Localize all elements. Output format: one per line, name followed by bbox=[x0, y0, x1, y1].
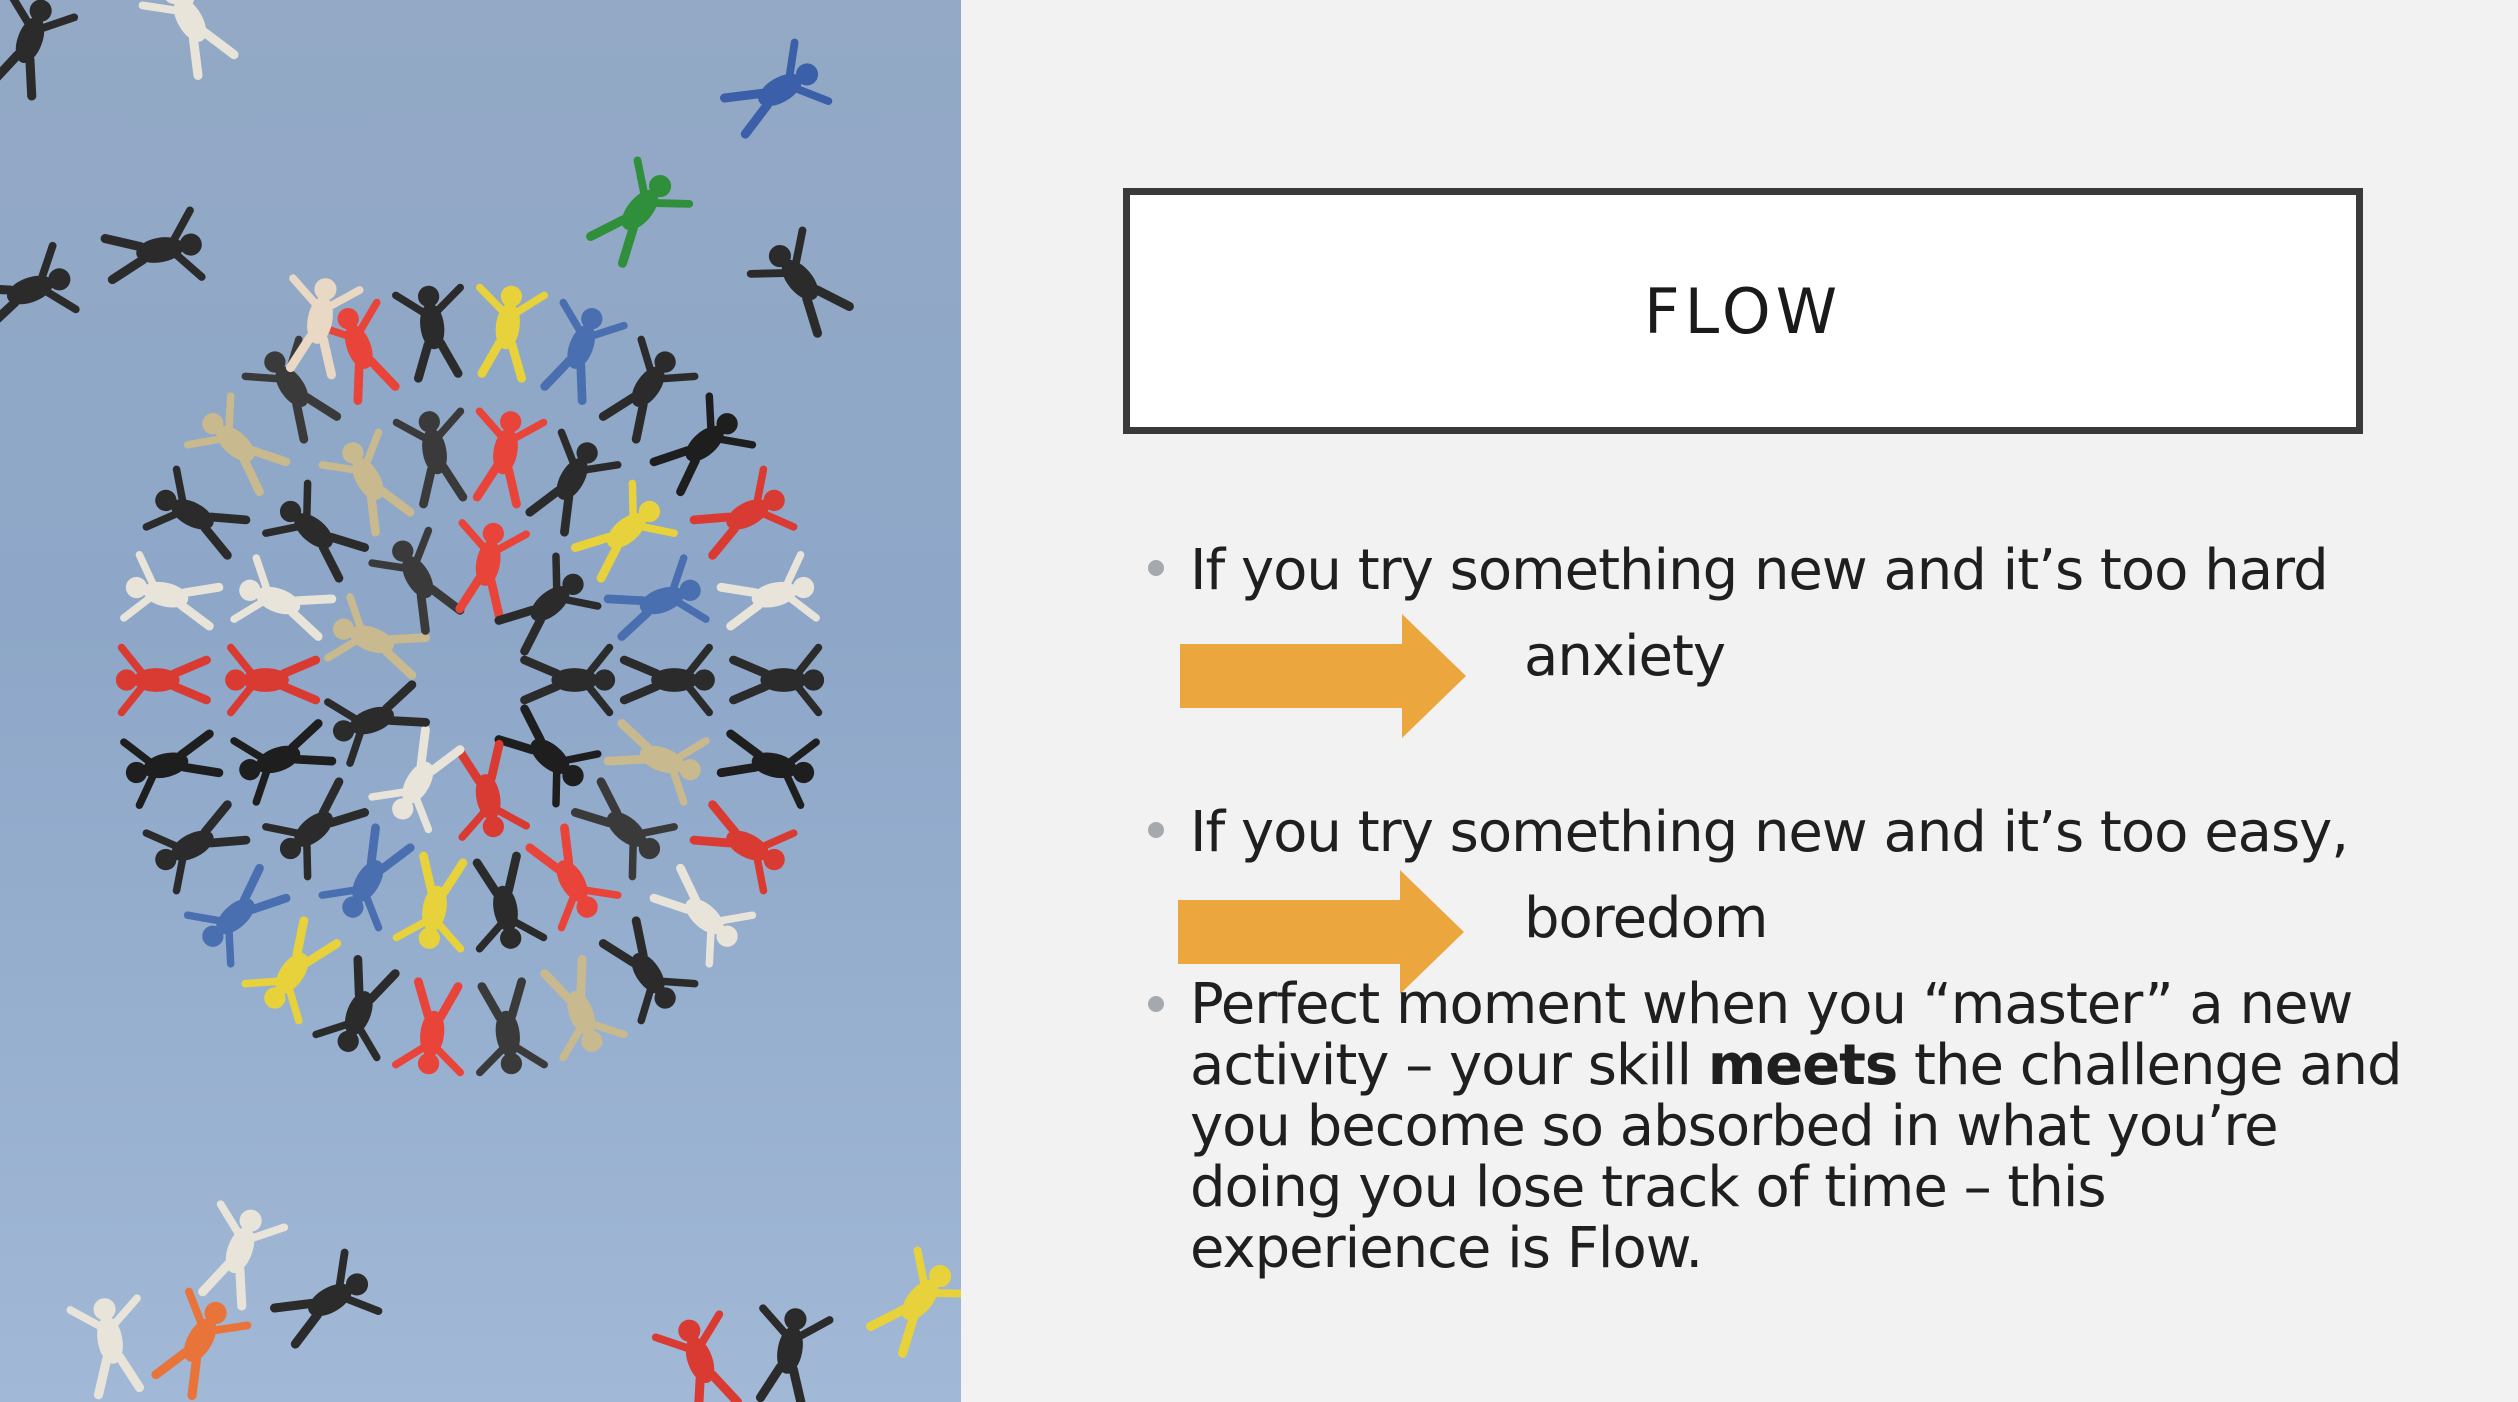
skydiver-figure bbox=[593, 335, 698, 446]
bullet-text: Perfect moment when you “master” a new a… bbox=[1190, 974, 2420, 1279]
skydiver-figure bbox=[320, 428, 421, 538]
skydiver-figure bbox=[370, 723, 471, 833]
result-anxiety: anxiety bbox=[1524, 624, 1726, 689]
skydiver-figure bbox=[469, 283, 544, 380]
skydiver-figure bbox=[646, 859, 756, 967]
skydiver-figure bbox=[654, 1309, 750, 1402]
slide-title: FLOW bbox=[1643, 274, 1843, 348]
skydiver-figure bbox=[117, 648, 207, 713]
skydiver-figure bbox=[533, 955, 626, 1062]
skydiver-figure bbox=[718, 722, 821, 807]
skydiver-figure bbox=[604, 556, 711, 648]
skydiver-figure bbox=[370, 526, 471, 636]
bullet-text: If you try something new and it’s too ea… bbox=[1190, 800, 2349, 865]
skydiver-figure bbox=[226, 648, 316, 713]
bullet-text: If you try something new and it’s too ha… bbox=[1190, 538, 2329, 603]
skydiver-figure bbox=[519, 822, 620, 932]
skydiver-figure bbox=[103, 209, 207, 292]
skydiver-figure bbox=[747, 226, 859, 341]
skydiver-figure bbox=[320, 822, 421, 932]
skydiver-figure bbox=[229, 712, 336, 804]
skydiver-figure bbox=[184, 859, 294, 967]
skydiver-figure bbox=[593, 914, 698, 1025]
skydiver-figure bbox=[69, 1293, 152, 1397]
skydiver-figure bbox=[395, 283, 470, 380]
skydiver-figure bbox=[688, 467, 798, 566]
skydiver-figure bbox=[581, 156, 693, 271]
skydiver-figure bbox=[323, 595, 430, 687]
skydiver-figure bbox=[268, 1250, 383, 1355]
bullet-item-too-easy: If you try something new and it’s too ea… bbox=[1148, 800, 2448, 870]
skydiver-figure bbox=[519, 428, 620, 538]
title-box: FLOW bbox=[1123, 188, 2363, 434]
skydiver-figure bbox=[119, 722, 222, 807]
skydiver-figure bbox=[447, 742, 527, 842]
skydivers-formation-image bbox=[0, 0, 961, 1402]
skydiver-figure bbox=[396, 406, 476, 506]
bullet-dot bbox=[1148, 822, 1164, 838]
slide: FLOW If you try something new and it’s t… bbox=[0, 0, 2518, 1402]
skydiver-figure bbox=[604, 712, 711, 804]
skydiver-figure bbox=[242, 914, 347, 1025]
skydiver-figure bbox=[119, 554, 222, 639]
skydiver-figure bbox=[465, 854, 545, 954]
skydiver-figure bbox=[142, 467, 252, 566]
skydiver-figure bbox=[624, 648, 714, 713]
skydiver-figure bbox=[646, 393, 756, 501]
result-boredom: boredom bbox=[1524, 886, 1768, 951]
bullet-item-too-hard: If you try something new and it’s too ha… bbox=[1148, 538, 2448, 608]
skydiver-figure bbox=[262, 480, 373, 588]
bullet-dot bbox=[1148, 996, 1164, 1012]
skydiver-figure bbox=[242, 335, 347, 446]
skydiver-figure bbox=[323, 673, 430, 765]
skydiver-figure bbox=[718, 40, 833, 145]
skydiver-figure bbox=[184, 393, 294, 501]
skydiver-figure bbox=[145, 1287, 250, 1402]
skydiver-figure bbox=[140, 0, 245, 82]
skydiver-figure bbox=[190, 1199, 286, 1310]
skydiver-figure bbox=[395, 980, 470, 1077]
right-arrow-icon bbox=[1180, 614, 1466, 738]
skydivers-illustration bbox=[0, 0, 961, 1402]
skydiver-figure bbox=[447, 518, 527, 618]
skydiver-figure bbox=[396, 854, 476, 954]
skydiver-figure bbox=[525, 648, 615, 713]
skydiver-figure bbox=[142, 794, 252, 893]
skydiver-figure bbox=[0, 244, 81, 340]
skydiver-figure bbox=[465, 406, 545, 506]
bullet-item-flow-definition: Perfect moment when you “master” a new a… bbox=[1148, 974, 2448, 1294]
skydiver-figure bbox=[229, 556, 336, 648]
skydiver-figure bbox=[262, 772, 373, 880]
skydiver-figure bbox=[469, 980, 544, 1077]
skydiver-figure bbox=[533, 298, 626, 405]
skydiver-figure bbox=[567, 772, 678, 880]
bullet-dot bbox=[1148, 560, 1164, 576]
skydiver-figure bbox=[718, 554, 821, 639]
skydiver-figure bbox=[688, 794, 798, 893]
skydiver-figure bbox=[734, 648, 824, 713]
skydiver-figure bbox=[0, 0, 76, 100]
skydiver-figure bbox=[491, 699, 602, 807]
skydiver-figure bbox=[314, 955, 407, 1062]
bullet-text-bold: meets bbox=[1707, 1033, 1898, 1098]
skydiver-figure bbox=[567, 480, 678, 588]
skydiver-figure bbox=[748, 1303, 831, 1402]
skydiver-figure bbox=[861, 1246, 961, 1361]
skydiver-figure bbox=[491, 553, 602, 661]
